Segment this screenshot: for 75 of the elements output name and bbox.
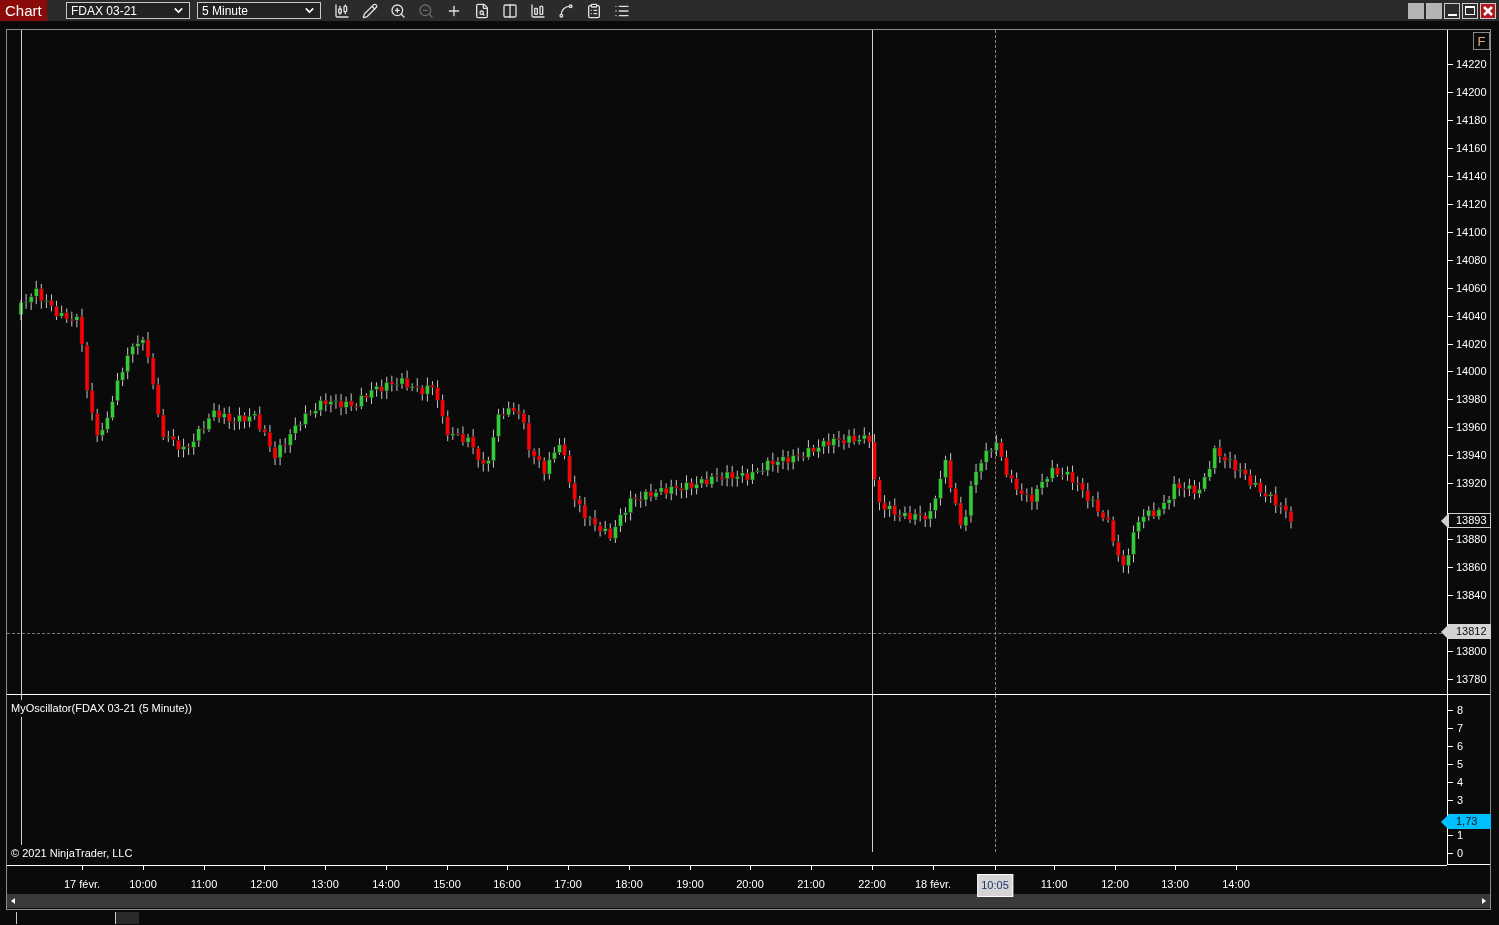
indicator-value-label: 7 [1457,721,1464,735]
close-button[interactable] [1480,2,1496,19]
window-button[interactable] [1426,2,1442,19]
price-label: 14220 [1456,58,1487,71]
price-label: 13840 [1456,589,1487,603]
indicator-value-label: 3 [1457,793,1464,807]
panel-icon[interactable] [501,1,519,20]
price-label: 13980 [1456,393,1487,407]
price-marker: 1,73 [1448,814,1491,829]
time-label: 17:00 [553,877,583,892]
indicator-label: MyOscillator(FDAX 03-21 (5 Minute)) [11,700,192,717]
zoom-in-icon[interactable] [389,1,407,20]
scroll-left-icon[interactable] [9,897,17,905]
scrollbar[interactable] [7,894,1490,908]
document-search-icon[interactable] [473,1,491,20]
price-marker: 13893 [1448,513,1491,528]
minimize-button[interactable] [1444,2,1460,19]
time-label: 10:00 [128,877,158,892]
price-label: 13920 [1456,477,1487,491]
price-label: 14000 [1456,365,1487,379]
price-label: 13940 [1456,449,1487,463]
time-label: 17 févr. [62,877,102,892]
time-label: 20:00 [735,877,765,892]
copyright-text: © 2021 NinjaTrader, LLC [11,845,133,862]
price-label: 14180 [1456,113,1487,127]
price-label: 14020 [1456,337,1487,351]
price-label: 14200 [1456,85,1487,99]
price-label: 13960 [1456,421,1487,435]
time-label: 18:00 [614,877,644,892]
time-label: 15:00 [432,877,462,892]
price-label: 14100 [1456,225,1487,239]
indicator-value-label: 4 [1457,775,1464,789]
bar-chart-icon[interactable] [529,1,547,20]
time-label: 13:00 [1160,877,1190,892]
indicator-value-label: 1 [1457,829,1464,843]
price-label: 13800 [1456,644,1487,658]
line-chart-icon[interactable] [557,1,575,20]
clipboard-icon[interactable] [585,1,603,20]
time-label: 12:00 [1100,877,1130,892]
time-label: 11:00 [189,877,219,892]
indicator-value-label: 6 [1457,739,1464,753]
time-label: 14:00 [1221,877,1251,892]
time-label: 14:00 [371,877,401,892]
time-label: 22:00 [857,877,887,892]
time-label: 16:00 [492,877,522,892]
scroll-right-icon[interactable] [1480,897,1488,905]
time-label: 19:00 [675,877,705,892]
indicator-value-label: 8 [1457,704,1464,717]
instrument-dropdown[interactable]: FDAX 03-21 [66,2,190,19]
indicator-value-label: 5 [1457,757,1464,771]
window-title: Chart [0,0,47,21]
pencil-icon[interactable] [361,1,379,20]
price-label: 13780 [1456,672,1487,686]
close-icon [1483,5,1493,16]
price-label: 14060 [1456,281,1487,295]
time-label: 12:00 [249,877,279,892]
time-label: 18 févr. [913,877,953,892]
price-label: 13860 [1456,561,1487,575]
window-button[interactable] [1408,2,1424,19]
time-label: 21:00 [796,877,826,892]
candlestick-icon[interactable] [333,1,351,20]
maximize-button[interactable] [1462,2,1478,19]
time-label: 11:00 [1039,877,1069,892]
time-label: 13:00 [310,877,340,892]
price-label: 14120 [1456,197,1487,211]
price-label: 14080 [1456,253,1487,267]
price-label: 13880 [1456,533,1487,547]
price-label: 14160 [1456,141,1487,155]
price-label: 14140 [1456,169,1487,183]
indicator-value-label: 0 [1457,847,1464,861]
price-marker: 13812 [1448,624,1491,639]
f-button[interactable]: F [1473,32,1490,50]
time-label: 10:05 [977,874,1013,897]
interval-dropdown[interactable]: 5 Minute [197,2,321,19]
price-label: 14040 [1456,309,1487,323]
